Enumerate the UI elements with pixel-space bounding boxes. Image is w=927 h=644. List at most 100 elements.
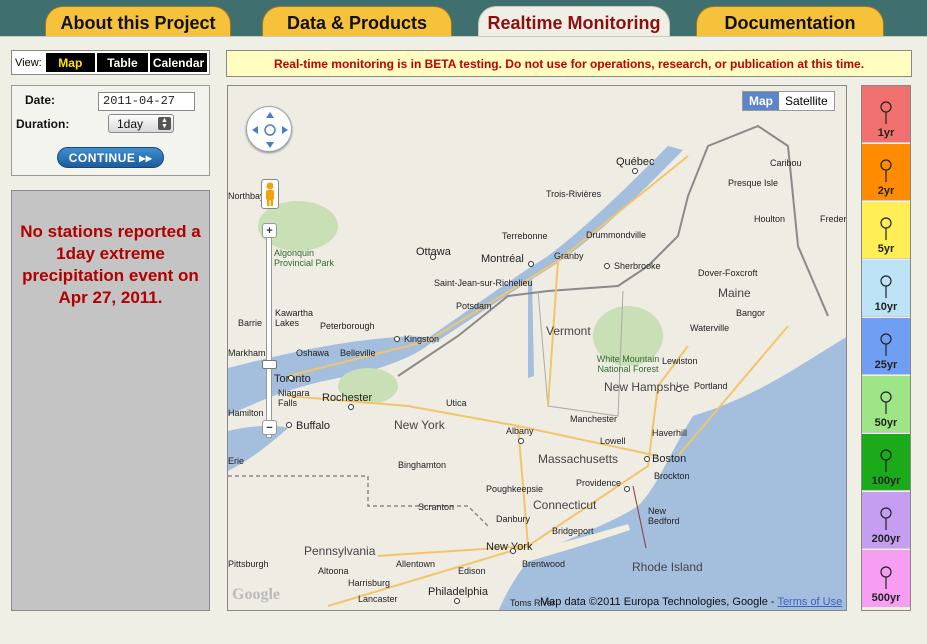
date-label: Date:: [25, 93, 56, 107]
map-label-houlton: Houlton: [754, 214, 786, 224]
legend-label: 25yr: [874, 359, 898, 371]
map-label-dover-foxcroft: Dover-Foxcroft: [698, 268, 758, 278]
map-label-lewiston: Lewiston: [662, 356, 698, 366]
map-city-marker: [286, 422, 292, 428]
map-label-markham: Markham: [228, 348, 266, 358]
street-view-pegman-icon[interactable]: [261, 179, 279, 209]
map-label-kingston: Kingston: [404, 334, 440, 344]
map-label-trois-rivieres: Trois-Rivières: [546, 189, 602, 199]
map-label-quebec: Québec: [616, 156, 655, 168]
map-city-marker: [644, 456, 650, 462]
duration-value: 1day: [117, 116, 144, 131]
map-label-allentown: Allentown: [396, 559, 436, 569]
map-city-marker: [348, 404, 354, 410]
legend-item-5yr[interactable]: 5yr: [862, 202, 910, 259]
map-view[interactable]: Vermont New Hampshire Maine New York Mas…: [227, 85, 847, 611]
legend-item-10yr[interactable]: 10yr: [862, 260, 910, 317]
continue-button[interactable]: CONTINUE ▸▸: [57, 147, 164, 168]
map-label-lancaster: Lancaster: [358, 594, 398, 604]
map-label-erie: Erie: [228, 456, 245, 466]
map-city-marker: [510, 548, 516, 554]
pin-icon: [880, 217, 892, 240]
pin-icon: [880, 101, 892, 124]
legend-label: 2yr: [877, 185, 895, 197]
map-copyright: Map data ©2011 Europa Technologies, Goog…: [540, 596, 842, 608]
legend-item-50yr[interactable]: 50yr: [862, 376, 910, 433]
map-label-altoona: Altoona: [318, 566, 349, 576]
map-label-connecticut: Connecticut: [533, 498, 597, 512]
map-label-harrisburg: Harrisburg: [348, 578, 391, 588]
map-city-marker: [454, 598, 460, 604]
zoom-in-button[interactable]: +: [262, 223, 277, 238]
map-city-marker: [394, 336, 400, 342]
map-label-pennsylvania: Pennsylvania: [304, 544, 376, 558]
legend-label: 50yr: [874, 417, 898, 429]
map-label-haverhill: Haverhill: [652, 428, 688, 438]
map-label-algonquin: Algonquin Provincial Park: [274, 248, 335, 268]
view-map-button[interactable]: Map: [45, 53, 95, 72]
terms-of-use-link[interactable]: Terms of Use: [777, 596, 842, 608]
zoom-slider-track[interactable]: [266, 228, 272, 438]
map-label-potsdam: Potsdam: [456, 301, 492, 311]
map-label-barrie: Barrie: [238, 318, 263, 328]
legend-item-200yr[interactable]: 200yr: [862, 492, 910, 549]
result-message: No stations reported a 1day extreme prec…: [20, 222, 201, 307]
view-calendar-button[interactable]: Calendar: [149, 53, 207, 72]
view-table-button[interactable]: Table: [96, 53, 148, 72]
legend-label: 5yr: [877, 243, 895, 255]
map-label-danbury: Danbury: [496, 514, 531, 524]
map-type-map-button[interactable]: Map: [743, 92, 779, 110]
map-label-niagara-falls: Niagara Falls: [278, 388, 310, 408]
view-label: View:: [15, 56, 42, 69]
map-label-kawartha-lakes: Kawartha Lakes: [275, 308, 314, 328]
result-message-panel: No stations reported a 1day extreme prec…: [11, 190, 210, 611]
pan-control[interactable]: [246, 106, 292, 152]
map-type-satellite-button[interactable]: Satellite: [779, 92, 834, 110]
pan-arrows-icon: [252, 112, 288, 148]
map-label-granby: Granby: [554, 251, 584, 261]
legend-item-500yr[interactable]: 500yr: [862, 550, 910, 607]
date-panel: Date: 2011-04-27 Duration: 1day ▲ ▼ CONTI…: [11, 85, 210, 176]
map-label-edison: Edison: [458, 566, 486, 576]
map-label-binghamton: Binghamton: [398, 460, 447, 470]
map-label-bangor: Bangor: [736, 308, 766, 318]
legend-item-100yr[interactable]: 100yr: [862, 434, 910, 491]
map-label-albany: Albany: [506, 426, 534, 436]
map-city-marker: [676, 386, 682, 392]
map-label-scranton: Scranton: [418, 502, 455, 512]
map-label-portland: Portland: [694, 381, 728, 391]
map-label-new-york: New York: [394, 418, 445, 432]
map-type-switcher: Map Satellite: [742, 91, 835, 111]
map-label-rochester: Rochester: [322, 392, 373, 404]
map-label-buffalo: Buffalo: [296, 420, 331, 432]
map-label-utica: Utica: [446, 398, 467, 408]
map-label-manchester: Manchester: [570, 414, 618, 424]
map-city-marker: [632, 168, 638, 174]
map-label-oshawa: Oshawa: [296, 348, 330, 358]
map-label-maine: Maine: [718, 286, 751, 300]
legend-item-25yr[interactable]: 25yr: [862, 318, 910, 375]
map-city-marker: [604, 263, 610, 269]
zoom-slider-handle[interactable]: [262, 360, 277, 369]
map-city-marker: [518, 438, 524, 444]
pin-icon: [880, 391, 892, 414]
pin-icon: [880, 275, 892, 298]
pin-icon: [880, 507, 892, 530]
map-label-waterville: Waterville: [690, 323, 730, 333]
zoom-out-button[interactable]: −: [262, 420, 277, 435]
legend-item-1yr[interactable]: 1yr: [862, 86, 910, 143]
map-label-boston: Boston: [652, 453, 687, 465]
map-label-brockton: Brockton: [654, 471, 690, 481]
legend-label: 100yr: [871, 475, 901, 487]
duration-label: Duration:: [16, 117, 70, 131]
map-label-pittsburgh: Pittsburgh: [228, 559, 269, 569]
map-label-new-bedford: New Bedford: [648, 506, 680, 526]
copyright-text: Map data ©2011 Europa Technologies, Goog…: [540, 596, 778, 608]
date-input[interactable]: 2011-04-27: [98, 92, 195, 111]
map-label-northbay: Northbay: [228, 191, 265, 201]
map-label-drummondville: Drummondville: [586, 230, 647, 240]
legend-label: 1yr: [877, 127, 895, 139]
duration-select[interactable]: 1day ▲ ▼: [108, 114, 174, 133]
legend-item-2yr[interactable]: 2yr: [862, 144, 910, 201]
map-label-bridgeport: Bridgeport: [552, 526, 594, 536]
